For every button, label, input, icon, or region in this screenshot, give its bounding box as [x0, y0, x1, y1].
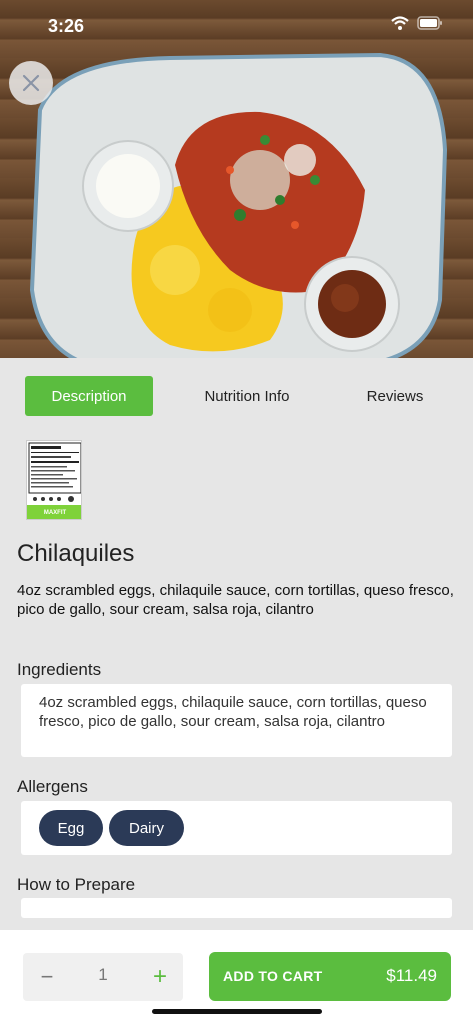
add-to-cart-label: ADD TO CART — [223, 968, 323, 984]
prepare-heading: How to Prepare — [17, 875, 136, 894]
prepare-card — [21, 898, 452, 918]
add-to-cart-price: $11.49 — [386, 966, 437, 985]
product-title: Chilaquiles — [17, 540, 135, 567]
allergen-chip-egg: Egg — [39, 810, 103, 846]
allergen-chip-dairy: Dairy — [109, 810, 184, 846]
increase-quantity-button[interactable]: + — [148, 963, 172, 991]
tab-reviews[interactable]: Reviews — [331, 376, 459, 416]
nutrition-label-brand: MAXFIT — [44, 510, 67, 516]
battery-icon — [417, 16, 442, 30]
status-time: 3:26 — [48, 16, 85, 36]
status-bar: 3:26 — [0, 0, 473, 50]
bottom-cart-bar: − 1 + ADD TO CART $11.49 — [0, 930, 473, 1024]
wifi-icon — [391, 16, 409, 30]
ingredients-card: 4oz scrambled eggs, chilaquile sauce, co… — [21, 684, 452, 757]
close-button[interactable] — [9, 61, 53, 105]
status-icons — [391, 16, 443, 30]
tab-description[interactable]: Description — [25, 376, 153, 416]
close-icon — [22, 74, 40, 92]
decrease-quantity-button[interactable]: − — [35, 963, 59, 991]
quantity-stepper: − 1 + — [23, 953, 183, 1001]
product-description: 4oz scrambled eggs, chilaquile sauce, co… — [17, 582, 454, 618]
tab-bar: Description Nutrition Info Reviews — [0, 358, 473, 428]
chilaquiles-photo — [29, 52, 448, 358]
ingredients-text: 4oz scrambled eggs, chilaquile sauce, co… — [39, 694, 427, 730]
hero-image — [0, 0, 473, 358]
quantity-value: 1 — [98, 965, 108, 984]
tab-nutrition-info[interactable]: Nutrition Info — [183, 376, 311, 416]
ingredients-heading: Ingredients — [17, 660, 102, 679]
allergens-heading: Allergens — [17, 777, 88, 796]
add-to-cart-button[interactable]: ADD TO CART $11.49 — [209, 952, 451, 1001]
allergens-card: Egg Dairy — [21, 801, 452, 855]
nutrition-label-thumbnail[interactable]: MAXFIT — [26, 440, 82, 520]
home-indicator — [152, 1009, 322, 1014]
nutrition-label-image: MAXFIT — [27, 442, 81, 519]
